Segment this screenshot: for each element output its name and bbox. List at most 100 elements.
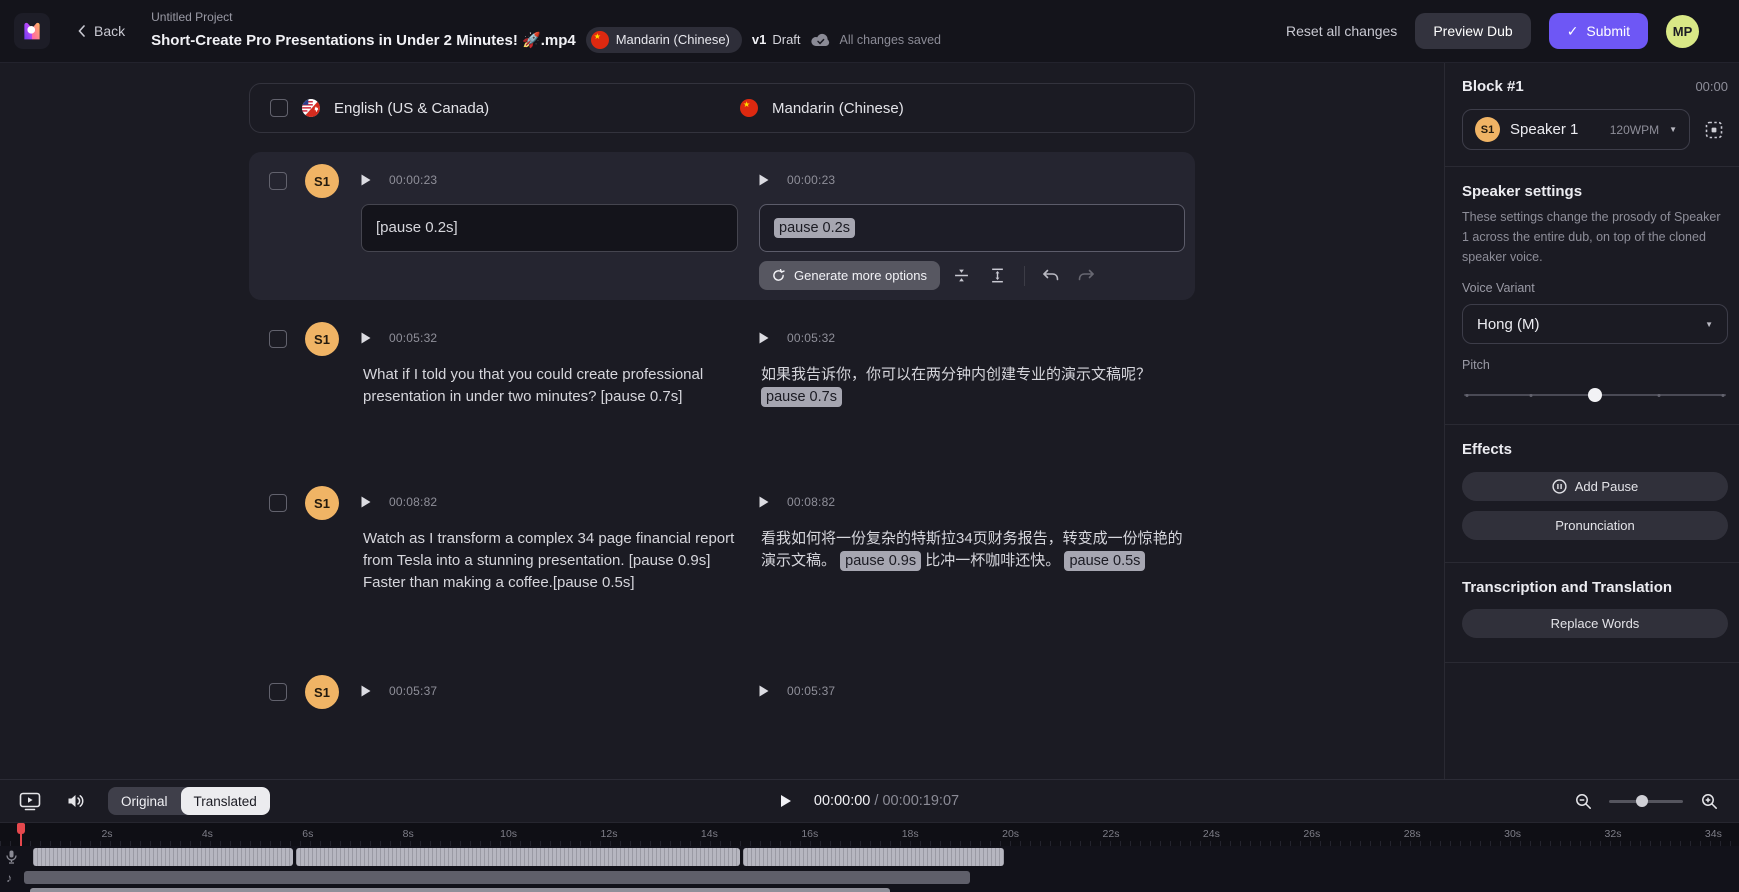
toggle-translated[interactable]: Translated: [180, 787, 270, 815]
timeline-zoom-slider[interactable]: [1609, 795, 1683, 807]
speaker-track-segment[interactable]: [743, 848, 1004, 866]
zoom-slider-handle[interactable]: [1636, 795, 1649, 807]
music-track-segment[interactable]: [24, 871, 970, 884]
logo-icon: [24, 22, 40, 40]
block-checkbox[interactable]: [269, 494, 287, 512]
top-bar: Back Untitled Project Short-Create Pro P…: [0, 0, 1739, 63]
ruler-label: 16s: [801, 828, 819, 840]
pause-chip[interactable]: pause 0.5s: [1064, 551, 1146, 571]
timeline-ruler[interactable]: 2s 4s 6s 8s 10s 12s 14s 16s 18s 20s 22s 24s 26s 28s 30…: [0, 822, 1739, 846]
transcript-block[interactable]: S1 00:08:82 Watch as I transform a compl…: [249, 474, 1195, 602]
merge-segments-icon[interactable]: [948, 262, 976, 290]
ruler-label: 26s: [1303, 828, 1321, 840]
translated-text[interactable]: 如果我告诉你，你可以在两分钟内创建专业的演示文稿呢？ pause 0.7s: [759, 364, 1185, 408]
translated-text[interactable]: pause 0.2s: [759, 204, 1185, 252]
play-segment-button[interactable]: [759, 684, 771, 698]
block-checkbox[interactable]: [269, 172, 287, 190]
extra-track-segment[interactable]: [30, 888, 890, 892]
speaker-settings-description: These settings change the prosody of Spe…: [1462, 210, 1721, 264]
volume-icon[interactable]: [62, 787, 90, 815]
pause-circle-icon: [1552, 479, 1567, 494]
redo-icon[interactable]: [1073, 262, 1101, 290]
play-segment-button[interactable]: [361, 495, 373, 509]
pronunciation-button[interactable]: Pronunciation: [1462, 511, 1728, 540]
replace-words-button[interactable]: Replace Words: [1462, 609, 1728, 638]
play-segment-button[interactable]: [361, 684, 373, 698]
reset-all-changes-button[interactable]: Reset all changes: [1286, 23, 1397, 39]
extra-track: [0, 888, 1739, 892]
source-text[interactable]: What if I told you that you could create…: [361, 364, 738, 408]
timeline-tracks: ♪: [0, 846, 1739, 892]
china-flag-icon: [740, 99, 758, 117]
generate-more-options-button[interactable]: Generate more options: [759, 261, 940, 290]
play-segment-button[interactable]: [759, 173, 771, 187]
source-text[interactable]: Watch as I transform a complex 34 page f…: [361, 528, 738, 594]
segment-timestamp: 00:08:82: [389, 495, 438, 509]
target-language-label: Mandarin (Chinese): [772, 99, 904, 117]
submit-label: Submit: [1586, 23, 1630, 39]
toggle-original[interactable]: Original: [108, 787, 181, 815]
back-button[interactable]: Back: [78, 23, 125, 39]
play-segment-button[interactable]: [759, 495, 771, 509]
voice-variant-select[interactable]: Hong (M) ▼: [1462, 304, 1728, 344]
segment-timestamp: 00:05:37: [389, 684, 438, 698]
play-segment-button[interactable]: [759, 331, 771, 345]
source-text[interactable]: [pause 0.2s]: [361, 204, 738, 252]
preview-dub-button[interactable]: Preview Dub: [1415, 13, 1531, 49]
ruler-label: 30s: [1504, 828, 1522, 840]
ruler-label: 28s: [1403, 828, 1421, 840]
playhead[interactable]: [17, 823, 25, 846]
us-canada-flag-icon: [302, 99, 320, 117]
project-header: Untitled Project Short-Create Pro Presen…: [151, 10, 941, 53]
blocks-list: S1 00:00:23 [pause 0.2s] 00:00:23 pause …: [249, 152, 1195, 717]
pause-chip[interactable]: pause 0.7s: [761, 387, 842, 407]
zoom-in-icon[interactable]: [1695, 787, 1723, 815]
ruler-label: 8s: [402, 828, 414, 840]
speaker-avatar: S1: [305, 322, 339, 356]
current-time: 00:00:00: [813, 793, 871, 809]
translated-text[interactable]: 看我如何将一份复杂的特斯拉34页财务报告，转变成一份惊艳的演示文稿。 pause…: [759, 528, 1185, 572]
speaker-track-segment[interactable]: [33, 848, 293, 866]
pitch-slider-handle[interactable]: [1588, 388, 1602, 402]
transcript-block[interactable]: S1 00:05:37 00:05:37: [249, 663, 1195, 717]
add-pause-label: Add Pause: [1574, 479, 1639, 494]
ruler-label: 34s: [1704, 828, 1722, 840]
select-region-icon[interactable]: [1700, 116, 1728, 144]
speaker-selector[interactable]: S1 Speaker 1 120WPM ▼: [1462, 109, 1690, 150]
block-start-time: 00:00: [1695, 79, 1728, 94]
pause-chip[interactable]: pause 0.9s: [840, 551, 922, 571]
add-pause-button[interactable]: Add Pause: [1462, 472, 1728, 501]
text-segment: 如果我告诉你，你可以在两分钟内创建专业的演示文稿呢？: [761, 366, 1152, 383]
block-checkbox[interactable]: [269, 330, 287, 348]
user-avatar[interactable]: MP: [1666, 14, 1699, 48]
voice-variant-value: Hong (M): [1477, 315, 1540, 333]
pitch-slider[interactable]: [1464, 388, 1726, 402]
app-logo[interactable]: [14, 13, 50, 49]
ruler-label: 22s: [1102, 828, 1120, 840]
play-segment-button[interactable]: [361, 331, 373, 345]
pause-chip[interactable]: pause 0.2s: [774, 218, 855, 238]
speaker-avatar: S1: [1475, 117, 1500, 142]
speaker-settings-title: Speaker settings: [1462, 183, 1583, 200]
transcript-block[interactable]: S1 00:00:23 [pause 0.2s] 00:00:23 pause …: [249, 152, 1195, 300]
zoom-out-icon[interactable]: [1569, 787, 1597, 815]
music-track: [0, 871, 1739, 884]
select-all-checkbox[interactable]: [270, 99, 288, 117]
speaker-wpm: 120WPM: [1609, 122, 1660, 137]
video-preview-icon[interactable]: [16, 787, 44, 815]
submit-button[interactable]: ✓ Submit: [1548, 13, 1648, 49]
transcript-block[interactable]: S1 00:05:32 What if I told you that you …: [249, 310, 1195, 416]
stretch-segment-icon[interactable]: [984, 262, 1012, 290]
play-segment-button[interactable]: [361, 173, 373, 187]
ruler-label: 2s: [101, 828, 113, 840]
undo-icon[interactable]: [1037, 262, 1065, 290]
play-button[interactable]: [780, 794, 792, 808]
ruler-label: 18s: [901, 828, 919, 840]
target-language-badge[interactable]: Mandarin (Chinese): [585, 26, 742, 53]
pitch-label: Pitch: [1462, 358, 1490, 372]
ruler-label: 20s: [1002, 828, 1020, 840]
speaker-track-segment[interactable]: [296, 848, 740, 866]
block-checkbox[interactable]: [269, 683, 287, 701]
china-flag-icon: [590, 30, 609, 49]
back-label: Back: [94, 23, 126, 39]
